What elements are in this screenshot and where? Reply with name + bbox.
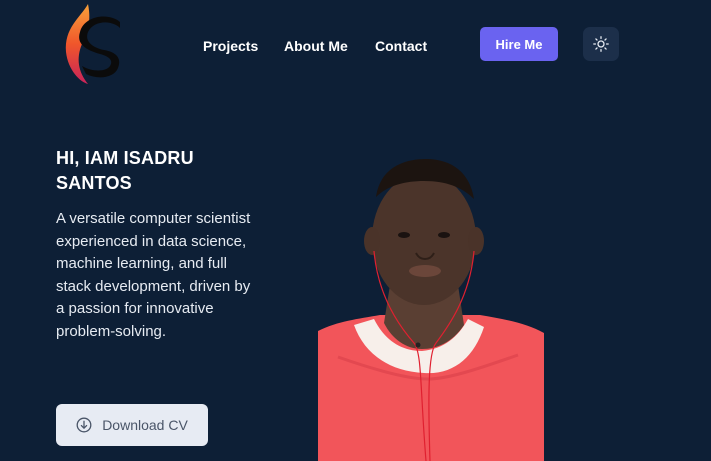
download-cv-button[interactable]: Download CV (56, 404, 208, 446)
download-icon (76, 417, 92, 433)
hire-me-button[interactable]: Hire Me (480, 27, 558, 61)
hero-description: A versatile computer scientist experienc… (56, 210, 251, 340)
theme-toggle-button[interactable] (583, 27, 619, 61)
nav-contact[interactable]: Contact (375, 38, 427, 54)
nav-about-me[interactable]: About Me (284, 38, 348, 54)
hero-headline: HI, IAM ISADRU SANTOS (56, 148, 194, 193)
download-cv-label: Download CV (102, 417, 188, 433)
logo[interactable] (58, 2, 128, 86)
sun-icon (593, 36, 609, 52)
nav-projects[interactable]: Projects (203, 38, 258, 54)
profile-photo (318, 159, 544, 461)
